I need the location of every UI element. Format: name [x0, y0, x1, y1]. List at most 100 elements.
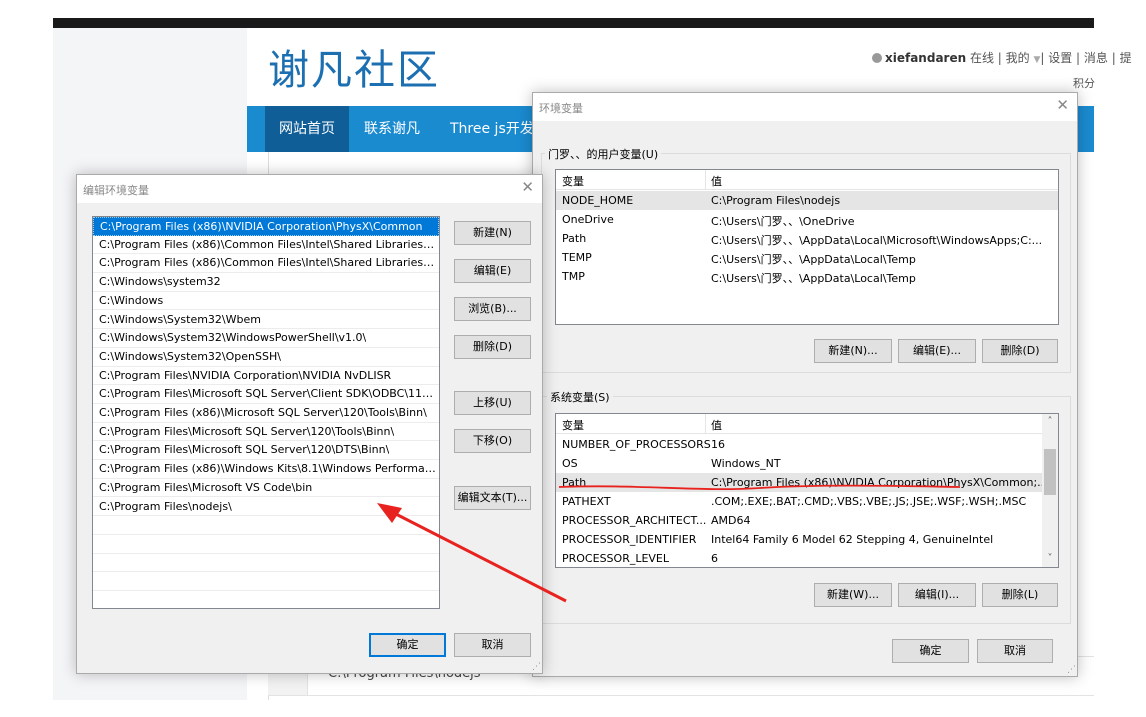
path-item[interactable]: C:\Program Files\Microsoft SQL Server\12…: [93, 441, 439, 461]
user-vars-list[interactable]: 变量 值 NODE_HOME C:\Program Files\nodejs On…: [555, 169, 1059, 325]
path-text: C:\Windows\System32\OpenSSH\: [99, 349, 281, 363]
user-delete-button[interactable]: 删除(D): [982, 339, 1058, 363]
scroll-down-icon[interactable]: ˅: [1042, 551, 1058, 567]
system-var-row[interactable]: PROCESSOR_IDENTIFIER Intel64 Family 6 Mod…: [556, 530, 1042, 549]
edit-edit-button[interactable]: 编辑(E): [454, 259, 531, 283]
user-links[interactable]: | 设置 | 消息 | 提: [1040, 51, 1131, 65]
path-text: C:\Program Files\nodejs\: [99, 499, 232, 513]
user-vars-header: 变量 值: [556, 170, 1058, 190]
path-item-empty[interactable]: [93, 591, 439, 608]
var-name: PROCESSOR_ARCHITECT...: [562, 514, 707, 527]
system-vars-list[interactable]: 变量 值 NUMBER_OF_PROCESSORS 16 OS Windows_NT…: [555, 413, 1059, 568]
system-delete-button[interactable]: 删除(L): [982, 583, 1058, 607]
path-text: C:\Windows: [99, 293, 164, 307]
env-vars-dialog: 环境变量 ✕ 门罗、、的用户变量(U) 变量 值 NODE_HOME C:\Pro…: [532, 92, 1078, 677]
resize-grip-icon[interactable]: ⋰: [1067, 665, 1076, 675]
env-dialog-title: 环境变量: [539, 102, 583, 115]
env-dialog-titlebar: 环境变量 ✕: [533, 93, 1077, 121]
path-item[interactable]: C:\Program Files\Microsoft SQL Server\Cl…: [93, 385, 439, 404]
path-item[interactable]: C:\Program Files (x86)\Windows Kits\8.1\…: [93, 460, 439, 479]
column-header-name[interactable]: 变量: [562, 417, 584, 433]
path-item[interactable]: C:\Program Files (x86)\Common Files\Inte…: [93, 254, 439, 274]
path-item-empty[interactable]: [93, 535, 439, 554]
user-var-row[interactable]: NODE_HOME C:\Program Files\nodejs: [556, 191, 1058, 210]
user-var-row[interactable]: TMP C:\Users\门罗、、\AppData\Local\Temp: [556, 267, 1058, 286]
env-ok-button[interactable]: 确定: [892, 639, 969, 663]
user-var-row[interactable]: OneDrive C:\Users\门罗、、\OneDrive: [556, 210, 1058, 229]
user-points-link[interactable]: 积分: [1073, 75, 1095, 91]
path-item[interactable]: C:\Windows\System32\Wbem: [93, 311, 439, 330]
var-value: C:\Program Files (x86)\NVIDIA Corporatio…: [711, 476, 1048, 489]
system-edit-button[interactable]: 编辑(I)...: [898, 583, 976, 607]
path-item[interactable]: C:\Program Files\nodejs\: [93, 498, 439, 517]
path-item[interactable]: C:\Program Files\Microsoft VS Code\bin: [93, 479, 439, 498]
edit-ok-button[interactable]: 确定: [369, 633, 446, 657]
system-var-row[interactable]: NUMBER_OF_PROCESSORS 16: [556, 435, 1042, 454]
move-down-button[interactable]: 下移(O): [454, 429, 531, 453]
system-var-row-path[interactable]: Path C:\Program Files (x86)\NVIDIA Corpor…: [556, 473, 1048, 492]
path-item-empty[interactable]: [93, 516, 439, 535]
path-text: C:\Windows\System32\Wbem: [99, 312, 261, 326]
user-edit-button[interactable]: 编辑(E)...: [898, 339, 976, 363]
user-name-link[interactable]: xiefandaren: [885, 51, 966, 65]
user-status-text[interactable]: 在线 | 我的: [966, 51, 1033, 65]
edit-text-button[interactable]: 编辑文本(T)...: [454, 486, 531, 510]
user-var-row[interactable]: Path C:\Users\门罗、、\AppData\Local\Microsof…: [556, 229, 1058, 248]
system-new-button[interactable]: 新建(W)...: [814, 583, 892, 607]
system-vars-scrollbar[interactable]: ˄ ˅: [1042, 414, 1058, 567]
path-item[interactable]: C:\Program Files (x86)\Common Files\Inte…: [93, 236, 439, 255]
var-value: 16: [711, 438, 725, 451]
path-item[interactable]: C:\Program Files (x86)\NVIDIA Corporatio…: [93, 217, 439, 236]
close-icon[interactable]: ✕: [521, 178, 534, 196]
edit-delete-button[interactable]: 删除(D): [454, 335, 531, 359]
var-value: AMD64: [711, 514, 751, 527]
nav-item-contact[interactable]: 联系谢凡: [350, 106, 434, 152]
var-value: 6: [711, 552, 718, 565]
column-header-value[interactable]: 值: [711, 417, 722, 433]
resize-grip-icon[interactable]: ⋰: [532, 662, 541, 672]
system-var-row[interactable]: PROCESSOR_LEVEL 6: [556, 549, 1042, 567]
site-top-bar: [53, 18, 1094, 28]
close-icon[interactable]: ✕: [1056, 96, 1069, 114]
scroll-up-icon[interactable]: ˄: [1042, 414, 1058, 430]
edit-browse-button[interactable]: 浏览(B)...: [454, 297, 531, 321]
edit-env-dialog: 编辑环境变量 ✕ C:\Program Files (x86)\NVIDIA C…: [76, 174, 543, 674]
var-name: PROCESSOR_LEVEL: [562, 552, 670, 565]
path-text: C:\Program Files\Microsoft VS Code\bin: [99, 480, 313, 494]
screenshot-root: 谢凡社区 xiefandaren 在线 | 我的 ▼| 设置 | 消息 | 提 …: [0, 0, 1146, 717]
path-item-empty[interactable]: [93, 554, 439, 573]
var-value: C:\Users\门罗、、\AppData\Local\Microsoft\Wi…: [711, 234, 1043, 247]
column-header-value[interactable]: 值: [711, 173, 722, 189]
column-separator: [705, 414, 706, 434]
path-item[interactable]: C:\Windows\System32\WindowsPowerShell\v1…: [93, 329, 439, 348]
path-item[interactable]: C:\Program Files\Microsoft SQL Server\12…: [93, 423, 439, 442]
path-text: C:\Program Files (x86)\Common Files\Inte…: [99, 237, 437, 251]
var-value: C:\Program Files\nodejs: [711, 194, 841, 207]
nav-item-threejs[interactable]: Three js开发: [436, 106, 548, 152]
path-item[interactable]: C:\Windows: [93, 292, 439, 311]
var-name: PROCESSOR_IDENTIFIER: [562, 533, 697, 546]
path-list[interactable]: C:\Program Files (x86)\NVIDIA Corporatio…: [92, 216, 440, 609]
column-header-name[interactable]: 变量: [562, 173, 584, 189]
site-title[interactable]: 谢凡社区: [268, 36, 440, 96]
system-var-row[interactable]: PATHEXT .COM;.EXE;.BAT;.CMD;.VBS;.VBE;.JS…: [556, 492, 1042, 511]
edit-new-button[interactable]: 新建(N): [454, 221, 531, 245]
env-cancel-button[interactable]: 取消: [977, 639, 1053, 663]
user-new-button[interactable]: 新建(N)...: [814, 339, 892, 363]
path-item-empty[interactable]: [93, 572, 439, 591]
move-up-button[interactable]: 上移(U): [454, 391, 531, 415]
system-var-row[interactable]: OS Windows_NT: [556, 454, 1042, 473]
edit-cancel-button[interactable]: 取消: [454, 633, 531, 657]
nav-item-home[interactable]: 网站首页: [265, 106, 349, 152]
scrollbar-thumb[interactable]: [1044, 449, 1056, 495]
system-vars-label: 系统变量(S): [547, 389, 613, 405]
column-separator: [705, 170, 706, 190]
system-var-row[interactable]: PROCESSOR_ARCHITECT... AMD64: [556, 511, 1042, 530]
path-item[interactable]: C:\Windows\System32\OpenSSH\: [93, 348, 439, 367]
user-var-row[interactable]: TEMP C:\Users\门罗、、\AppData\Local\Temp: [556, 248, 1058, 267]
path-text: C:\Program Files\NVIDIA Corporation\NVID…: [99, 368, 392, 382]
path-item[interactable]: C:\Program Files\NVIDIA Corporation\NVID…: [93, 367, 439, 386]
path-item[interactable]: C:\Program Files (x86)\Microsoft SQL Ser…: [93, 404, 439, 423]
path-text: C:\Program Files (x86)\Microsoft SQL Ser…: [99, 406, 427, 419]
path-item[interactable]: C:\Windows\system32: [93, 273, 439, 292]
